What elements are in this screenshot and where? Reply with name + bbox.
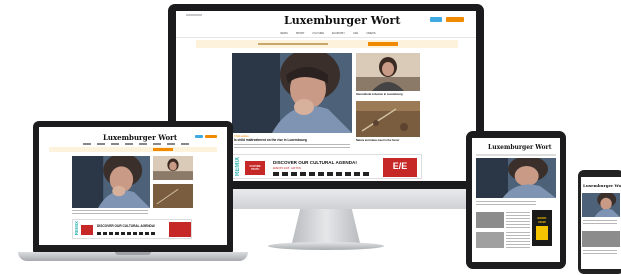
subscribe-button[interactable] <box>446 17 464 22</box>
girl-thinking-photo <box>232 53 352 133</box>
girl-thinking-photo <box>476 158 556 198</box>
girl-thinking-photo <box>72 156 150 208</box>
remix-label: REMIX <box>74 221 79 236</box>
nav-item-life[interactable]: LIFE <box>353 32 358 35</box>
lead-teaser <box>476 201 536 207</box>
cultural-agenda-ad[interactable]: REMIX CULTURE YOUTH DISCOVER OUR CULTURA… <box>232 154 422 179</box>
lead-headline[interactable]: Is child maltreatment on the rise in Lux… <box>234 138 352 143</box>
site-logo[interactable]: Luxemburger Wort <box>583 183 621 188</box>
side-article-image-2[interactable] <box>153 184 193 208</box>
side-article-image-1[interactable] <box>153 156 193 180</box>
ad-mark: E/E <box>392 161 408 171</box>
main-nav[interactable] <box>83 143 193 145</box>
laptop-notch <box>115 252 151 255</box>
cultural-agenda-ad[interactable]: REMIX DISCOVER OUR CULTURAL AGENDA! <box>72 219 192 239</box>
lead-article-image[interactable] <box>582 193 620 217</box>
tablet-screen: Luxemburger Wort BOOK NOW <box>472 138 560 262</box>
laptop-screen: Luxemburger Wort REMIX DISCOVER OUR CULT… <box>39 127 227 245</box>
nav-item-videos[interactable]: VIDEOS <box>366 32 375 35</box>
article-thumb[interactable] <box>476 212 504 228</box>
side-article-image-1[interactable] <box>356 53 420 91</box>
lead-article-image[interactable] <box>72 156 150 208</box>
site-logo[interactable]: Luxemburger Wort <box>103 133 177 142</box>
girl-thinking-photo <box>582 193 620 217</box>
side-headline-2[interactable]: Nature and ideas meet in the forest <box>356 139 422 142</box>
promo-banner[interactable] <box>196 40 458 48</box>
nav-item-culture[interactable]: CULTURE <box>312 32 324 35</box>
side-article-image-2[interactable] <box>356 101 420 137</box>
article-thumb[interactable] <box>582 231 620 247</box>
remix-label: REMIX <box>235 157 241 177</box>
desktop-stand <box>292 209 360 243</box>
ad-headline: DISCOVER OUR CULTURAL AGENDA! <box>97 224 156 228</box>
forest-ground-photo <box>356 101 420 137</box>
site-logo[interactable]: Luxemburger Wort <box>488 144 552 151</box>
main-nav: NEWS SPORT CULTURE ECONOMY LIFE VIDEOS <box>260 32 396 35</box>
phone-screen: Luxemburger Wort <box>581 177 621 269</box>
nav-item-sport[interactable]: SPORT <box>296 32 305 35</box>
tablet-ad[interactable]: BOOK NOW <box>532 210 552 246</box>
subscribe-button[interactable] <box>205 135 217 138</box>
ad-headline: DISCOVER OUR CULTURAL AGENDA! <box>273 160 357 165</box>
forest-ground-photo <box>153 184 193 208</box>
promo-banner[interactable] <box>49 147 217 152</box>
nav-item-economy[interactable]: ECONOMY <box>332 32 345 35</box>
lead-teaser <box>72 210 148 215</box>
login-button[interactable] <box>195 135 203 138</box>
lead-article-image[interactable] <box>232 53 352 133</box>
login-button[interactable] <box>430 17 442 22</box>
lead-teaser <box>234 144 350 150</box>
woman-portrait-photo <box>153 156 193 180</box>
ad-tag: CULTURE YOUTH <box>249 165 261 171</box>
lead-article-image[interactable] <box>476 158 556 198</box>
nav-item-news[interactable]: NEWS <box>280 32 288 35</box>
desktop-foot <box>268 242 384 250</box>
tablet-ad-text: BOOK NOW <box>537 216 547 224</box>
ad-subline: EMEXPO 2025 · EDITION <box>273 167 302 170</box>
site-logo[interactable]: Luxemburger Wort <box>284 14 400 27</box>
side-headline-1[interactable]: Intercultural cohesion in Luxembourg <box>356 93 422 96</box>
woman-portrait-photo <box>356 53 420 91</box>
